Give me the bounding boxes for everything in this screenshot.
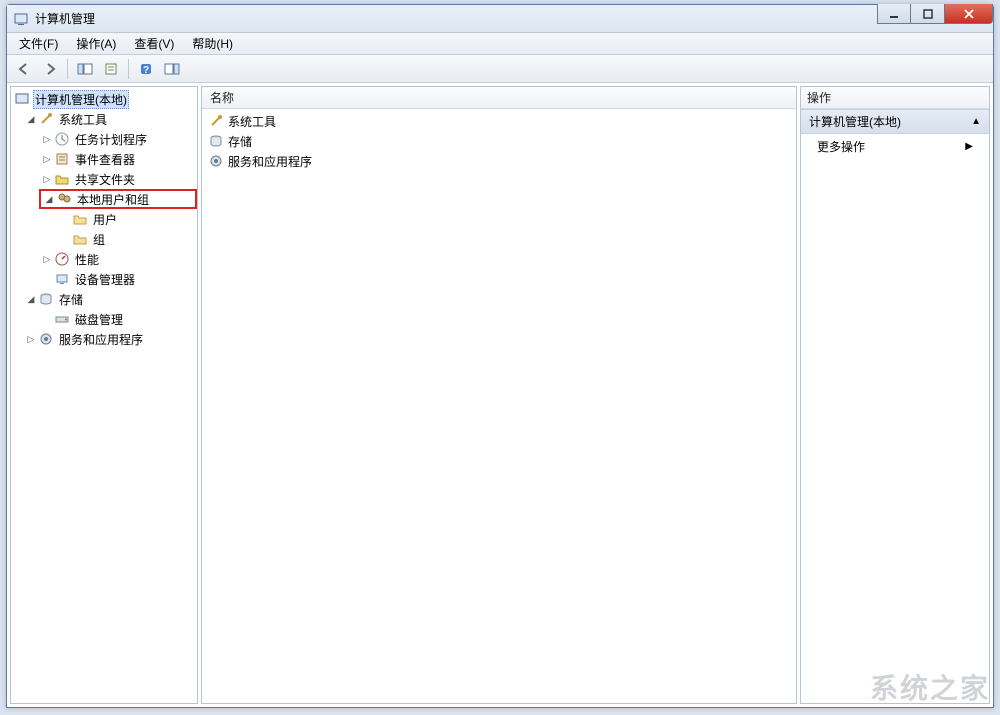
actions-header: 操作 [801,87,989,109]
forward-button[interactable] [39,58,61,80]
storage-icon [38,291,54,307]
toolbar-separator [67,59,68,79]
show-hide-tree-button[interactable] [74,58,96,80]
collapse-icon[interactable]: ▷ [41,154,53,165]
back-button[interactable] [13,58,35,80]
services-icon [38,331,54,347]
tree-disk-management[interactable]: ▷ 磁盘管理 [11,309,197,329]
storage-icon [208,133,224,149]
menu-help[interactable]: 帮助(H) [184,33,241,54]
properties-button[interactable] [100,58,122,80]
toolbar-separator [128,59,129,79]
svg-text:?: ? [143,65,149,76]
tree-task-scheduler[interactable]: ▷ 任务计划程序 [11,129,197,149]
list-item-system-tools[interactable]: 系统工具 [202,111,796,131]
actions-context[interactable]: 计算机管理(本地) ▲ [801,109,989,134]
titlebar[interactable]: 计算机管理 [7,5,993,33]
computer-management-window: 计算机管理 文件(F) 操作(A) 查看(V) 帮助(H) [6,4,994,708]
clock-icon [54,131,70,147]
shared-folder-icon [54,171,70,187]
tree: 计算机管理(本地) ◢ 系统工具 ▷ 任务计划程序 [11,87,197,351]
menu-action[interactable]: 操作(A) [68,33,124,54]
column-header-name[interactable]: 名称 [202,87,796,109]
list-item-services-apps[interactable]: 服务和应用程序 [202,151,796,171]
help-button[interactable]: ? [135,58,157,80]
computer-management-icon [14,91,30,107]
menu-view[interactable]: 查看(V) [126,33,182,54]
action-more[interactable]: 更多操作 ▶ [801,134,989,159]
tree-device-manager[interactable]: ▷ 设备管理器 [11,269,197,289]
window-controls [877,4,993,24]
list-item-storage[interactable]: 存储 [202,131,796,151]
tree-event-viewer[interactable]: ▷ 事件查看器 [11,149,197,169]
tree-pane: 计算机管理(本地) ◢ 系统工具 ▷ 任务计划程序 [10,86,198,704]
tree-shared-folders[interactable]: ▷ 共享文件夹 [11,169,197,189]
disk-icon [54,311,70,327]
menubar: 文件(F) 操作(A) 查看(V) 帮助(H) [7,33,993,55]
tree-storage[interactable]: ◢ 存储 [11,289,197,309]
toolbar: ? [7,55,993,83]
list: 系统工具 存储 服务和应用程序 [202,109,796,173]
actions-pane: 操作 计算机管理(本地) ▲ 更多操作 ▶ [800,86,990,704]
expand-icon[interactable]: ◢ [25,114,37,125]
app-icon [13,11,29,27]
tree-services-apps[interactable]: ▷ 服务和应用程序 [11,329,197,349]
collapse-icon[interactable]: ▷ [41,254,53,265]
folder-icon [72,211,88,227]
highlighted-selection: ◢ 本地用户和组 [39,189,197,209]
users-groups-icon [56,191,72,207]
tree-groups[interactable]: ▷ 组 [11,229,197,249]
tree-system-tools[interactable]: ◢ 系统工具 [11,109,197,129]
collapse-arrow-icon: ▲ [971,116,981,127]
tree-local-users-groups[interactable]: ◢ 本地用户和组 [43,189,155,209]
tree-root[interactable]: 计算机管理(本地) [11,89,197,109]
list-pane: 名称 系统工具 存储 服务 [201,86,797,704]
performance-icon [54,251,70,267]
event-viewer-icon [54,151,70,167]
services-icon [208,153,224,169]
expand-icon[interactable]: ◢ [43,194,55,205]
tree-users[interactable]: ▷ 用户 [11,209,197,229]
device-manager-icon [54,271,70,287]
collapse-icon[interactable]: ▷ [41,174,53,185]
content-area: 计算机管理(本地) ◢ 系统工具 ▷ 任务计划程序 [7,83,993,707]
submenu-arrow-icon: ▶ [965,141,973,152]
minimize-button[interactable] [877,4,911,24]
tools-icon [38,111,54,127]
tools-icon [208,113,224,129]
maximize-button[interactable] [911,4,945,24]
tree-performance[interactable]: ▷ 性能 [11,249,197,269]
window-title: 计算机管理 [35,10,95,27]
close-button[interactable] [945,4,993,24]
collapse-icon[interactable]: ▷ [25,334,37,345]
folder-icon [72,231,88,247]
collapse-icon[interactable]: ▷ [41,134,53,145]
menu-file[interactable]: 文件(F) [11,33,66,54]
show-hide-action-pane-button[interactable] [161,58,183,80]
expand-icon[interactable]: ◢ [25,294,37,305]
